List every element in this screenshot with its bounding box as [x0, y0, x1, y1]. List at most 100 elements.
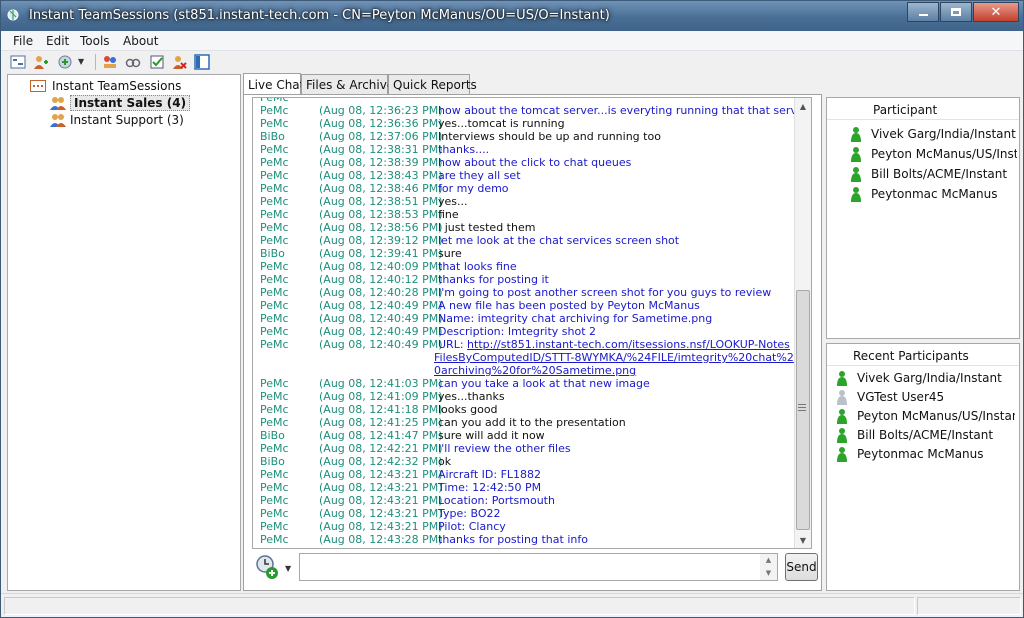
send-button-label: Send [786, 560, 817, 574]
message-sender: PeMc [260, 182, 289, 195]
message-text: thanks for posting it [438, 273, 549, 286]
message-timestamp: (Aug 08, 12:41:18 PM) [319, 403, 443, 416]
participant-item[interactable]: Peyton McManus/US/Instant [849, 144, 1017, 163]
message-text: how about the tomcat server...is everyti… [438, 104, 812, 117]
chat-message: PeMc (Aug 08, 12:43:21 PM) Aircraft ID: FL… [253, 468, 801, 481]
tree-root[interactable]: Instant TeamSessions [30, 77, 181, 94]
message-sender: PeMc [260, 143, 289, 156]
tab-quick-reports[interactable]: Quick Reports [388, 74, 477, 95]
view-tree-icon[interactable] [10, 54, 26, 70]
status-bar [1, 593, 1023, 617]
online-user-icon [851, 186, 861, 202]
checklist-icon[interactable] [149, 54, 165, 70]
message-timestamp: (Aug 08, 12:42:21 PM) [319, 442, 443, 455]
group-icon [50, 96, 66, 110]
message-text: Pilot: Clancy [438, 520, 506, 533]
privacy-icon[interactable] [125, 54, 141, 70]
chat-scrollbar[interactable]: ▲ ▼ [794, 98, 811, 548]
tree-group-label: Instant Sales (4) [70, 94, 191, 111]
message-timestamp: (Aug 08, 12:38:53 PM) [319, 208, 443, 221]
dropdown-arrow-icon[interactable]: ▼ [78, 57, 94, 73]
message-text: I'll review the other files [438, 442, 571, 455]
message-sender: PeMc [260, 156, 289, 169]
scroll-up-icon[interactable]: ▲ [795, 98, 811, 114]
chat-rows: PeMc PeMc (Aug 08, 12:36:23 PM) how about … [253, 98, 811, 546]
message-text: yes... [438, 195, 468, 208]
message-text: can you take a look at that new image [438, 377, 650, 390]
message-sender: PeMc [260, 260, 289, 273]
online-user-icon [851, 126, 861, 142]
add-user-icon[interactable] [33, 54, 49, 70]
offline-user-icon [837, 389, 847, 405]
message-text: I'm going to post another screen shot fo… [438, 286, 772, 299]
chat-message: PeMc (Aug 08, 12:39:12 PM) let me look at … [253, 234, 801, 247]
add-group-icon[interactable] [57, 54, 73, 70]
menu-about[interactable]: About [123, 34, 158, 48]
tree-group-instant-sales[interactable]: Instant Sales (4) [50, 94, 191, 111]
recent-participants-panel: Recent Participants Vivek Garg/India/Ins… [826, 343, 1020, 591]
meeting-icon[interactable] [102, 54, 118, 70]
message-timestamp: (Aug 08, 12:43:28 PM) [319, 533, 443, 546]
url-label: URL: [438, 338, 468, 351]
recent-participant-item[interactable]: Vivek Garg/India/Instant [835, 368, 1015, 387]
message-sender: PeMc [260, 403, 289, 416]
chat-message: PeMc (Aug 08, 12:38:39 PM) how about the c… [253, 156, 801, 169]
online-user-icon [851, 146, 861, 162]
recent-participants-header-label: Recent Participants [853, 349, 969, 363]
message-text: thanks for posting that info [438, 533, 588, 546]
menu-edit[interactable]: Edit [46, 34, 69, 48]
send-button[interactable]: Send [785, 553, 818, 581]
participants-header: Participant [827, 98, 1019, 120]
remove-user-icon[interactable] [171, 54, 187, 70]
message-timestamp: (Aug 08, 12:41:03 PM) [319, 377, 443, 390]
chat-message: PeMc (Aug 08, 12:41:18 PM) looks good [253, 403, 801, 416]
title-bar[interactable]: Instant TeamSessions (st851.instant-tech… [1, 1, 1023, 31]
status-cell-secondary [917, 597, 1021, 615]
tab-files-archive[interactable]: Files & Archive [301, 74, 394, 95]
message-timestamp: (Aug 08, 12:38:46 PM) [319, 182, 443, 195]
recent-participant-item[interactable]: Peyton McManus/US/Instant [835, 406, 1015, 425]
message-text: I just tested them [438, 221, 536, 234]
chat-transcript[interactable]: PeMc PeMc (Aug 08, 12:36:23 PM) how about … [252, 97, 812, 549]
chat-message: PeMc (Aug 08, 12:38:51 PM) yes... [253, 195, 801, 208]
compose-dropdown-icon[interactable]: ▼ [285, 564, 291, 573]
maximize-button[interactable] [940, 2, 972, 22]
message-timestamp: (Aug 08, 12:43:21 PM) [319, 481, 443, 494]
message-sender: BiBo [260, 130, 285, 143]
participant-item[interactable]: Bill Bolts/ACME/Instant [849, 164, 1017, 183]
recent-participant-item[interactable]: Bill Bolts/ACME/Instant [835, 425, 1015, 444]
message-timestamp: (Aug 08, 12:40:49 PM) [319, 299, 443, 312]
emoticon-clock-icon[interactable] [254, 554, 280, 580]
message-text: thanks.... [438, 143, 490, 156]
message-sender: PeMc [260, 338, 289, 351]
panel-toggle-icon[interactable] [194, 54, 210, 70]
message-sender: PeMc [260, 195, 289, 208]
message-input-scrollbar[interactable]: ▲ ▼ [760, 554, 777, 580]
recent-participant-item[interactable]: Peytonmac McManus [835, 444, 1015, 463]
message-timestamp: (Aug 08, 12:41:25 PM) [319, 416, 443, 429]
participant-item[interactable]: Peytonmac McManus [849, 184, 1017, 203]
participant-name: Bill Bolts/ACME/Instant [871, 166, 1008, 181]
message-sender: PeMc [260, 520, 289, 533]
chat-message: BiBo (Aug 08, 12:42:32 PM) ok [253, 455, 801, 468]
teamsessions-icon [30, 79, 46, 92]
chat-message: PeMc (Aug 08, 12:38:56 PM) I just tested t… [253, 221, 801, 234]
tab-live-chat[interactable]: Live Chat [243, 73, 304, 95]
recent-participant-name: Vivek Garg/India/Instant [857, 370, 1002, 385]
online-user-icon [837, 446, 847, 462]
message-timestamp: (Aug 08, 12:38:31 PM) [319, 143, 443, 156]
message-input[interactable] [299, 553, 778, 581]
minimize-button[interactable] [907, 2, 939, 22]
message-sender: PeMc [260, 169, 289, 182]
close-button[interactable]: ✕ [973, 2, 1019, 22]
tree-group-instant-support[interactable]: Instant Support (3) [50, 111, 184, 128]
menu-file[interactable]: File [13, 34, 33, 48]
menu-tools[interactable]: Tools [80, 34, 110, 48]
message-sender: BiBo [260, 429, 285, 442]
chat-message: PeMc (Aug 08, 12:41:09 PM) yes...thanks [253, 390, 801, 403]
message-text: Aircraft ID: FL1882 [438, 468, 542, 481]
recent-participant-item[interactable]: VGTest User45 [835, 387, 1015, 406]
participant-item[interactable]: Vivek Garg/India/Instant [849, 124, 1017, 143]
file-link[interactable]: http://st851.instant-tech.com/itsessions… [434, 338, 794, 377]
scroll-down-icon[interactable]: ▼ [795, 532, 811, 548]
